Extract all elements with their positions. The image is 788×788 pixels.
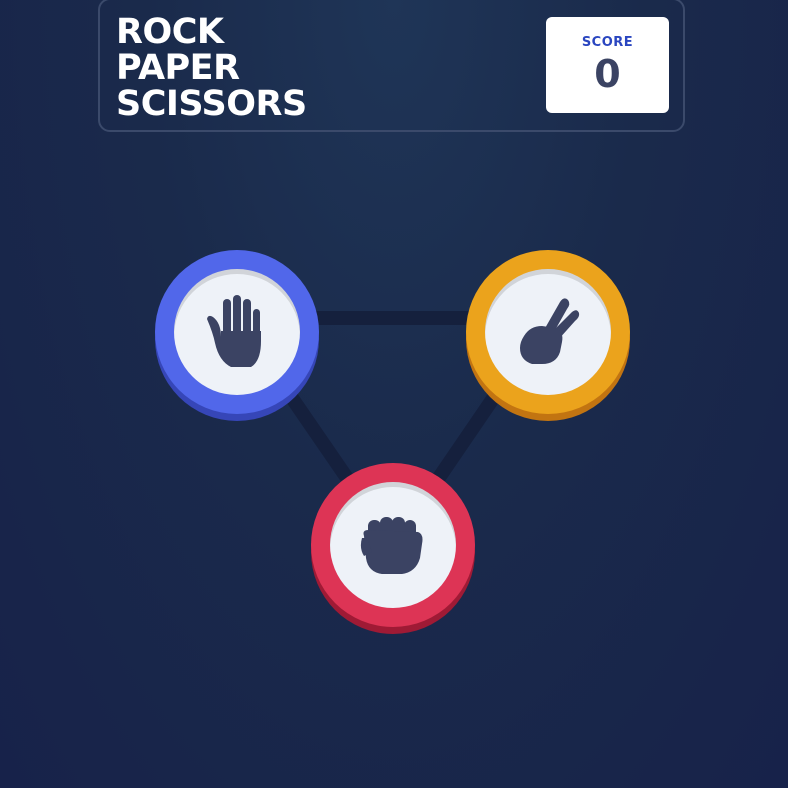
scissors-choice-button[interactable] <box>466 250 630 414</box>
hand-open-icon <box>205 293 269 371</box>
paper-choice-button[interactable] <box>155 250 319 414</box>
game-board <box>0 0 788 788</box>
scissors-token-face <box>485 269 611 395</box>
rock-choice-button[interactable] <box>311 463 475 627</box>
hand-fist-icon <box>360 514 426 576</box>
triangle-connector <box>230 311 555 552</box>
paper-token-face <box>174 269 300 395</box>
rock-token-face <box>330 482 456 608</box>
hand-victory-icon <box>516 296 580 368</box>
